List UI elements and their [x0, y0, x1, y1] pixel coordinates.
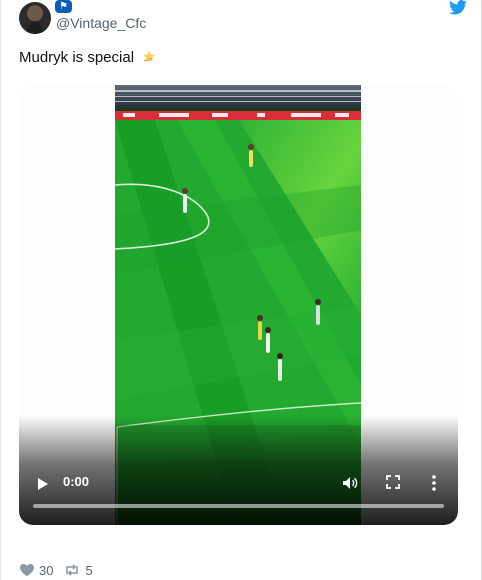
user-handle[interactable]: @Vintage_Cfc: [56, 15, 146, 31]
play-icon[interactable]: [37, 477, 49, 491]
video-time-display: 0:00: [63, 474, 90, 489]
embedded-tweet: ⚑ @Vintage_Cfc Mudryk is special 0:00 30…: [0, 0, 482, 580]
more-options-icon[interactable]: [431, 474, 437, 492]
chelsea-badge-icon: ⚑: [55, 0, 72, 13]
retweet-icon: [66, 564, 79, 576]
avatar[interactable]: [19, 2, 51, 34]
tweet-header: ⚑ @Vintage_Cfc: [17, 0, 467, 34]
tweet-text-content: Mudryk is special: [19, 49, 135, 66]
video-player[interactable]: 0:00: [19, 85, 458, 525]
volume-icon[interactable]: [342, 475, 358, 491]
heart-icon: [20, 564, 34, 577]
retweet-action[interactable]: 5: [63, 562, 93, 578]
video-controls-overlay: [19, 415, 458, 525]
tweet-actions: 30 5: [19, 560, 103, 580]
like-count: 30: [39, 562, 54, 578]
retweet-count: 5: [85, 562, 93, 578]
like-action[interactable]: 30: [19, 563, 53, 578]
tweet-text: Mudryk is special: [19, 49, 156, 67]
dizzy-emoji-icon: [143, 51, 155, 62]
twitter-bird-icon[interactable]: [449, 0, 467, 15]
video-progress-bar[interactable]: [33, 504, 444, 508]
fullscreen-icon[interactable]: [386, 475, 400, 489]
